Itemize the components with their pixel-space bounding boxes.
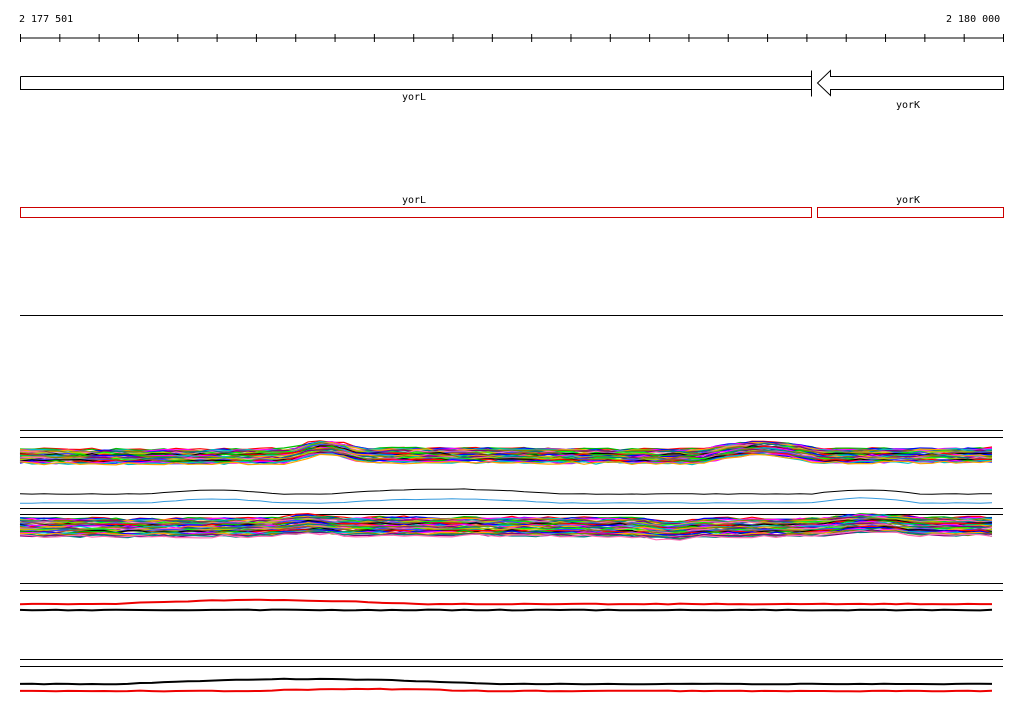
expression-track-1	[19, 440, 993, 466]
expression-line	[19, 677, 993, 686]
expression-track-2	[19, 488, 993, 504]
expression-track-5	[19, 677, 993, 693]
expression-line	[19, 488, 992, 495]
gene-arrow-yorL[interactable]	[20, 70, 812, 97]
annotation-box-yorL[interactable]	[20, 207, 812, 218]
genome-browser-canvas	[19, 34, 1004, 693]
gene-track	[20, 69, 1004, 97]
gene-arrow-yorK[interactable]	[816, 69, 1004, 97]
expression-line	[19, 608, 993, 612]
expression-track-4	[19, 598, 993, 612]
coordinate-ruler	[20, 34, 1004, 42]
expression-track-3	[19, 512, 993, 541]
expression-line	[20, 497, 993, 504]
expression-line	[20, 687, 993, 693]
annotation-track	[20, 207, 1004, 218]
annotation-box-yorK[interactable]	[817, 207, 1004, 218]
expression-line	[19, 598, 992, 606]
